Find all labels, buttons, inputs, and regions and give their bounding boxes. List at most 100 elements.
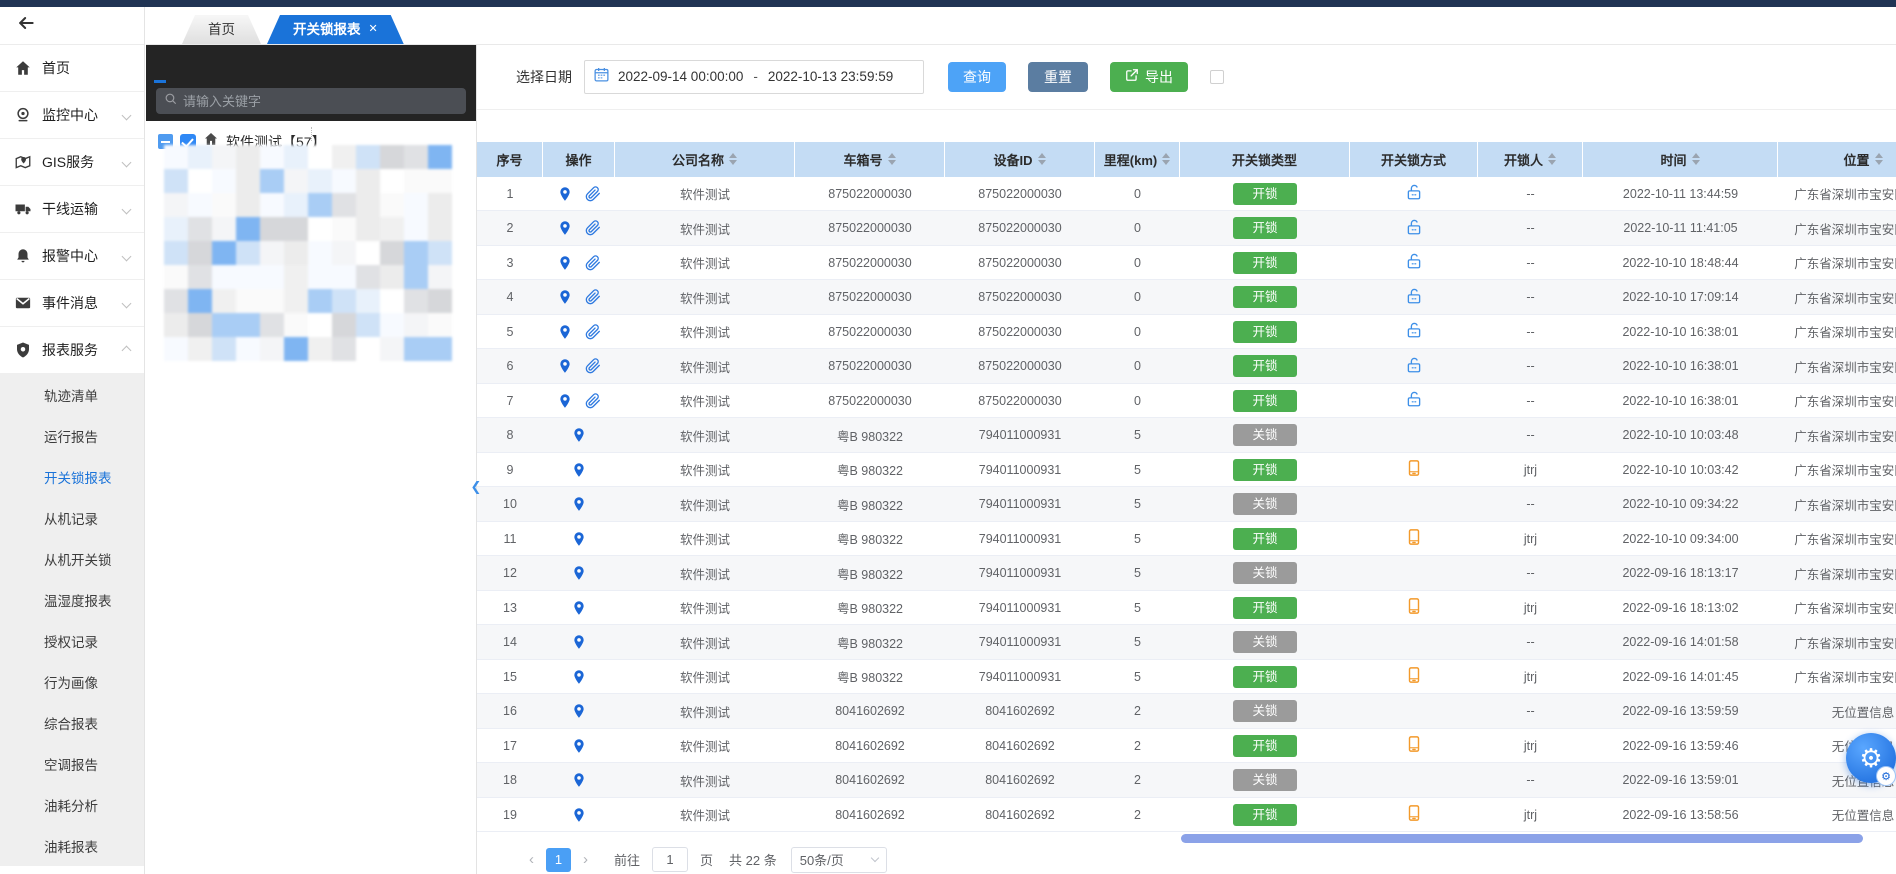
- cell-operations: [543, 763, 615, 797]
- submenu-item[interactable]: 油耗分析: [0, 784, 144, 825]
- query-button[interactable]: 查询: [948, 61, 1006, 92]
- sidebar-item[interactable]: GIS服务: [0, 139, 144, 186]
- locate-pin-icon[interactable]: [571, 496, 587, 512]
- sidebar-item[interactable]: 干线运输: [0, 186, 144, 233]
- locate-pin-icon[interactable]: [557, 324, 573, 340]
- sort-icon[interactable]: [1691, 153, 1700, 166]
- submenu-item[interactable]: 从机开关锁: [0, 538, 144, 579]
- locate-pin-icon[interactable]: [571, 634, 587, 650]
- cell-lock-method: [1350, 798, 1478, 832]
- attachment-icon[interactable]: [585, 323, 601, 340]
- locate-pin-icon[interactable]: [571, 738, 587, 754]
- sidebar-item[interactable]: 监控中心: [0, 92, 144, 139]
- current-page-button[interactable]: 1: [546, 847, 571, 872]
- panel-collapse-handle[interactable]: ❮: [468, 468, 484, 506]
- submenu-item[interactable]: 从机记录: [0, 497, 144, 538]
- filter-checkbox[interactable]: [1210, 69, 1224, 84]
- submenu-item[interactable]: 授权记录: [0, 620, 144, 661]
- next-page-button[interactable]: ›: [581, 851, 590, 868]
- sidebar-item[interactable]: 首页: [0, 45, 144, 92]
- column-header[interactable]: 时间: [1583, 141, 1778, 177]
- locate-pin-icon[interactable]: [571, 462, 587, 478]
- sort-icon[interactable]: [1162, 153, 1171, 166]
- column-header[interactable]: 序号: [477, 141, 543, 177]
- goto-page-input[interactable]: [652, 847, 689, 872]
- submenu-item[interactable]: 温湿度报表: [0, 579, 144, 620]
- table-row: 3 软件测试 875022000030 875022000030 0 开锁 --…: [477, 246, 1896, 281]
- lock-badge: 开锁: [1233, 320, 1297, 343]
- settings-mini-gear-button[interactable]: ⚙: [1876, 766, 1896, 786]
- sidebar-item[interactable]: 报表服务: [0, 327, 144, 374]
- cell-lock-method: [1350, 763, 1478, 797]
- column-header[interactable]: 开关锁方式: [1350, 141, 1478, 177]
- attachment-icon[interactable]: [585, 185, 601, 202]
- attachment-icon[interactable]: [585, 392, 601, 409]
- cell-lock-type: 开锁: [1180, 660, 1350, 694]
- locate-pin-icon[interactable]: [557, 393, 573, 409]
- column-header[interactable]: 里程(km): [1095, 141, 1180, 177]
- locate-pin-icon[interactable]: [571, 772, 587, 788]
- chevron-icon: [121, 298, 132, 308]
- locate-pin-icon[interactable]: [571, 600, 587, 616]
- tree-search-input[interactable]: [183, 93, 458, 109]
- back-button[interactable]: [0, 7, 144, 45]
- attachment-icon[interactable]: [585, 220, 601, 236]
- reset-button[interactable]: 重置: [1028, 61, 1088, 92]
- remote-unlock-icon: [1405, 252, 1423, 273]
- locate-pin-icon[interactable]: [557, 358, 573, 374]
- sort-icon[interactable]: [729, 153, 737, 166]
- submenu-item[interactable]: 油耗报表: [0, 825, 144, 866]
- remote-unlock-icon: [1405, 356, 1423, 377]
- attachment-icon[interactable]: [585, 358, 601, 374]
- locate-pin-icon[interactable]: [571, 565, 587, 581]
- sidebar-item[interactable]: 报警中心: [0, 233, 144, 280]
- locate-pin-icon[interactable]: [571, 807, 587, 823]
- submenu-item[interactable]: 空调报告: [0, 743, 144, 784]
- sidebar-item[interactable]: 事件消息: [0, 280, 144, 327]
- sort-icon[interactable]: [887, 153, 896, 166]
- attachment-icon[interactable]: [585, 289, 601, 305]
- lock-badge: 开锁: [1233, 286, 1297, 309]
- locate-pin-icon[interactable]: [557, 289, 573, 305]
- locate-pin-icon[interactable]: [571, 531, 587, 547]
- submenu-item[interactable]: 综合报表: [0, 702, 144, 743]
- date-range-input[interactable]: 2022-09-14 00:00:00 - 2022-10-13 23:59:5…: [584, 59, 924, 94]
- locate-pin-icon[interactable]: [557, 220, 573, 236]
- column-header[interactable]: 开锁人: [1478, 141, 1583, 177]
- chevron-icon: [121, 345, 132, 355]
- locate-pin-icon[interactable]: [571, 427, 587, 443]
- submenu-item[interactable]: 运行报告: [0, 415, 144, 456]
- cell-location: 广东省深圳市宝安区建兴: [1794, 498, 1896, 513]
- cell-unlock-person: --: [1526, 290, 1535, 305]
- locate-pin-icon[interactable]: [557, 186, 573, 202]
- tab-close-icon[interactable]: ✕: [369, 15, 378, 44]
- locate-pin-icon[interactable]: [571, 703, 587, 719]
- locate-pin-icon[interactable]: [571, 669, 587, 685]
- column-header[interactable]: 位置: [1778, 142, 1896, 177]
- locate-pin-icon[interactable]: [557, 255, 573, 271]
- lock-badge: 开锁: [1233, 182, 1297, 205]
- page-size-select[interactable]: 50条/页: [790, 846, 887, 873]
- attachment-icon[interactable]: [585, 254, 601, 271]
- scrollbar-thumb[interactable]: [1181, 834, 1863, 844]
- column-header[interactable]: 操作: [543, 141, 615, 177]
- cell-seq: 6: [506, 359, 514, 374]
- table-row: 11 软件测试 粤B 980322 794011000931 5 开锁 jtrj…: [477, 522, 1896, 557]
- app-phone-icon: [1405, 597, 1423, 618]
- column-header[interactable]: 车箱号: [795, 141, 945, 177]
- sort-icon[interactable]: [1037, 153, 1046, 166]
- export-button[interactable]: 导出: [1110, 61, 1188, 92]
- column-header[interactable]: 公司名称: [615, 141, 795, 177]
- column-header[interactable]: 设备ID: [945, 141, 1095, 177]
- page-tab[interactable]: 开关锁报表 ✕: [267, 15, 404, 44]
- submenu-item[interactable]: 行为画像: [0, 661, 144, 702]
- lock-badge: 关锁: [1233, 700, 1297, 723]
- submenu-item[interactable]: 开关锁报表: [0, 456, 144, 497]
- page-tab[interactable]: 首页: [182, 15, 261, 44]
- tree-search: [146, 83, 476, 121]
- sort-icon[interactable]: [1874, 153, 1883, 166]
- prev-page-button[interactable]: ‹: [527, 851, 536, 868]
- column-header[interactable]: 开关锁类型: [1180, 141, 1350, 177]
- submenu-item[interactable]: 轨迹清单: [0, 374, 144, 415]
- sort-icon[interactable]: [1548, 153, 1556, 166]
